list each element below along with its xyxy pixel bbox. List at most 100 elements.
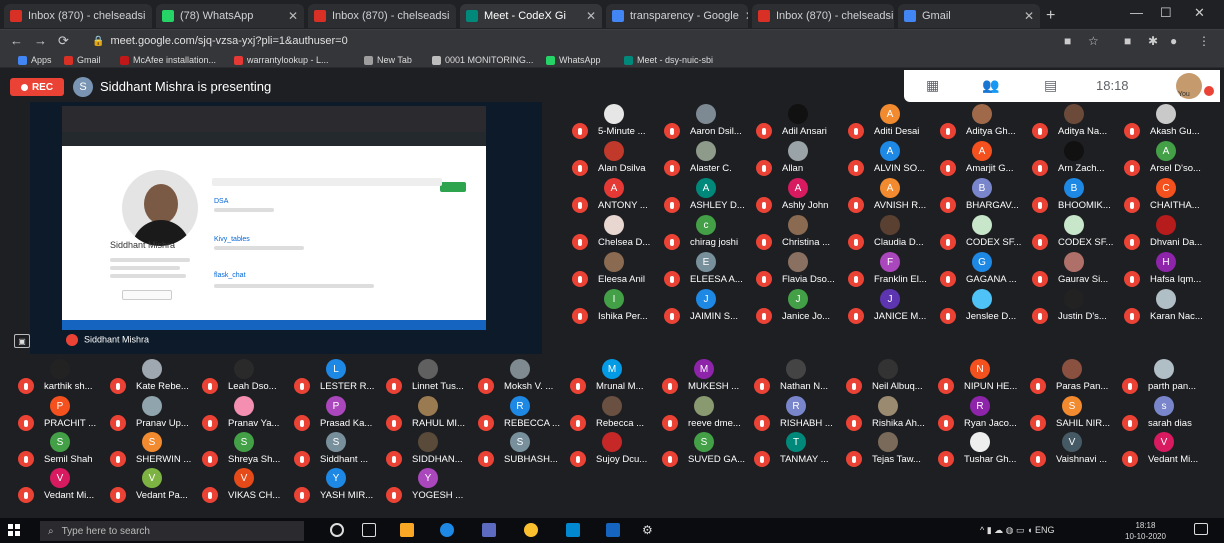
participant-tile[interactable]: Nathan N...: [754, 359, 844, 395]
participant-tile[interactable]: A Aditi Desai: [848, 104, 938, 140]
participant-tile[interactable]: S SAHIL NIR...: [1030, 396, 1120, 432]
participant-tile[interactable]: P PRACHIT ...: [18, 396, 108, 432]
participant-tile[interactable]: V Vedant Mi...: [18, 468, 108, 504]
extension-icon[interactable]: ■: [1124, 34, 1131, 48]
participant-tile[interactable]: R REBECCA ...: [478, 396, 568, 432]
participant-tile[interactable]: V Vaishnavi ...: [1030, 432, 1120, 468]
tab-close-icon[interactable]: ✕: [449, 9, 456, 23]
participant-tile[interactable]: B BHARGAV...: [940, 178, 1030, 214]
participant-tile[interactable]: Leah Dso...: [202, 359, 292, 395]
participant-tile[interactable]: A ANTONY ...: [572, 178, 662, 214]
bookmark-item[interactable]: Apps: [18, 55, 52, 65]
reload-icon[interactable]: ⟳: [58, 33, 69, 49]
forward-icon[interactable]: →: [34, 33, 47, 48]
back-icon[interactable]: ←: [10, 33, 23, 48]
participant-tile[interactable]: V Vedant Pa...: [110, 468, 200, 504]
browser-tab[interactable]: Inbox (870) - chelseadsi✕: [4, 4, 152, 28]
bookmark-item[interactable]: New Tab: [364, 55, 412, 65]
participant-tile[interactable]: M Mrunal M...: [570, 359, 660, 395]
bookmark-item[interactable]: WhatsApp: [546, 55, 601, 65]
skype-icon[interactable]: [566, 523, 580, 537]
url-field[interactable]: 🔒 meet.google.com/sjq-vzsa-yxj?pli=1&aut…: [92, 33, 992, 49]
participant-tile[interactable]: CODEX SF...: [940, 215, 1030, 251]
notification-icon[interactable]: [1194, 523, 1208, 535]
participant-tile[interactable]: Eleesa Anil: [572, 252, 662, 288]
participant-tile[interactable]: I Ishika Per...: [572, 289, 662, 325]
participant-tile[interactable]: Gaurav Si...: [1032, 252, 1122, 288]
file-explorer-icon[interactable]: [400, 523, 414, 537]
participant-tile[interactable]: Moksh V. ...: [478, 359, 568, 395]
taskbar-search[interactable]: ⌕ Type here to search: [40, 521, 304, 541]
participant-tile[interactable]: E ELEESA A...: [664, 252, 754, 288]
participant-tile[interactable]: Kate Rebe...: [110, 359, 200, 395]
participant-tile[interactable]: C CHAITHA...: [1124, 178, 1214, 214]
participant-tile[interactable]: Chelsea D...: [572, 215, 662, 251]
chat-icon[interactable]: ▤: [1044, 77, 1057, 94]
participant-tile[interactable]: Tushar Gh...: [938, 432, 1028, 468]
star-icon[interactable]: ☆: [1088, 34, 1099, 48]
participant-tile[interactable]: A ASHLEY D...: [664, 178, 754, 214]
participant-tile[interactable]: Claudia D...: [848, 215, 938, 251]
browser-tab[interactable]: Inbox (870) - chelseadsi✕: [308, 4, 456, 28]
browser-tab[interactable]: Inbox (870) - chelseadsi✕: [752, 4, 894, 28]
task-view-icon[interactable]: [362, 523, 376, 537]
app-icon[interactable]: [482, 523, 496, 537]
participant-tile[interactable]: Alan Dsilva: [572, 141, 662, 177]
pin-icon[interactable]: ▣: [14, 334, 30, 348]
participant-tile[interactable]: R Ryan Jaco...: [938, 396, 1028, 432]
participant-tile[interactable]: CODEX SF...: [1032, 215, 1122, 251]
grid-layout-icon[interactable]: ▦: [926, 77, 939, 94]
chrome-icon[interactable]: [524, 523, 538, 537]
participant-tile[interactable]: Linnet Tus...: [386, 359, 476, 395]
profile-icon[interactable]: ●: [1170, 34, 1177, 48]
participant-tile[interactable]: S Semil Shah: [18, 432, 108, 468]
participant-tile[interactable]: Jenslee D...: [940, 289, 1030, 325]
participant-tile[interactable]: A Ashly John: [756, 178, 846, 214]
tray-icons[interactable]: ^ ▮ ☁ ◍ ▭ ◖: [980, 525, 1035, 535]
bookmark-item[interactable]: Gmail: [64, 55, 101, 65]
participant-tile[interactable]: H Hafsa Iqm...: [1124, 252, 1214, 288]
participant-tile[interactable]: Sujoy Dcu...: [570, 432, 660, 468]
participant-tile[interactable]: V Vedant Mi...: [1122, 432, 1212, 468]
participant-tile[interactable]: Adil Ansari: [756, 104, 846, 140]
participant-tile[interactable]: s sarah dias: [1122, 396, 1212, 432]
participant-tile[interactable]: 5-Minute ...: [572, 104, 662, 140]
cortana-icon[interactable]: [330, 523, 344, 537]
participant-tile[interactable]: Allan: [756, 141, 846, 177]
participant-tile[interactable]: Justin D's...: [1032, 289, 1122, 325]
participant-tile[interactable]: L LESTER R...: [294, 359, 384, 395]
participant-tile[interactable]: A ALVIN SO...: [848, 141, 938, 177]
windows-start-icon[interactable]: [8, 524, 20, 536]
participant-tile[interactable]: G GAGANA ...: [940, 252, 1030, 288]
participant-tile[interactable]: F Franklin El...: [848, 252, 938, 288]
people-icon[interactable]: 👥: [982, 77, 999, 94]
bookmark-item[interactable]: warrantylookup - L...: [234, 55, 329, 65]
tab-close-icon[interactable]: ✕: [282, 9, 298, 23]
participant-tile[interactable]: RAHUL MI...: [386, 396, 476, 432]
menu-icon[interactable]: ⋮: [1198, 34, 1210, 48]
participant-tile[interactable]: Aditya Na...: [1032, 104, 1122, 140]
participant-tile[interactable]: Arn Zach...: [1032, 141, 1122, 177]
close-window-icon[interactable]: ✕: [1194, 5, 1205, 21]
browser-tab[interactable]: Meet - CodeX Gi ✕: [460, 4, 602, 28]
participant-tile[interactable]: Rebecca ...: [570, 396, 660, 432]
participant-tile[interactable]: SIDDHAN...: [386, 432, 476, 468]
participant-tile[interactable]: Aaron Dsil...: [664, 104, 754, 140]
participant-tile[interactable]: Akash Gu...: [1124, 104, 1214, 140]
participant-tile[interactable]: Aditya Gh...: [940, 104, 1030, 140]
participant-tile[interactable]: Tejas Taw...: [846, 432, 936, 468]
participant-tile[interactable]: R RISHABH ...: [754, 396, 844, 432]
participant-tile[interactable]: A Amarjit G...: [940, 141, 1030, 177]
participant-tile[interactable]: Christina ...: [756, 215, 846, 251]
presentation-tile[interactable]: Siddhant Mishra DSA Kivy_tables flask_ch…: [30, 102, 542, 354]
new-tab-button[interactable]: +: [1046, 7, 1055, 25]
word-icon[interactable]: [606, 523, 620, 537]
participant-tile[interactable]: S SUBHASH...: [478, 432, 568, 468]
tab-close-icon[interactable]: ✕: [580, 9, 596, 23]
participant-tile[interactable]: Y YASH MIR...: [294, 468, 384, 504]
browser-tab[interactable]: (78) WhatsApp ✕: [156, 4, 304, 28]
participant-tile[interactable]: reeve dme...: [662, 396, 752, 432]
participant-tile[interactable]: Karan Nac...: [1124, 289, 1214, 325]
participant-tile[interactable]: Rishika Ah...: [846, 396, 936, 432]
participant-tile[interactable]: J Janice Jo...: [756, 289, 846, 325]
